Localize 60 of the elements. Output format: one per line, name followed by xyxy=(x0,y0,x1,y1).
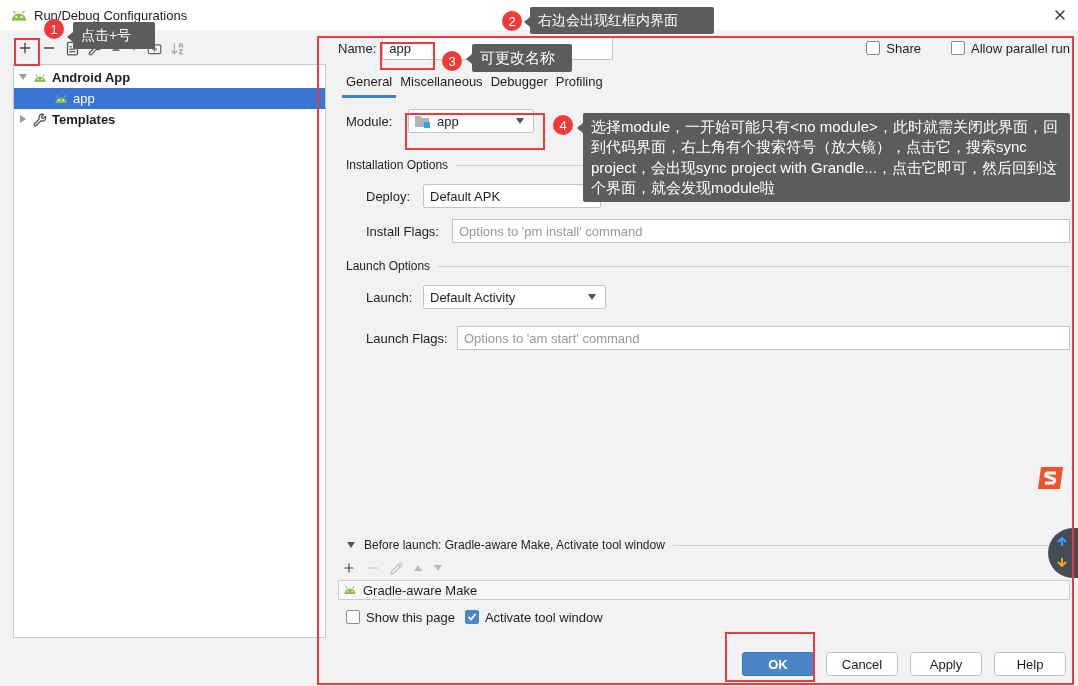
section-title: Installation Options xyxy=(346,158,449,172)
move-down-icon xyxy=(433,563,443,573)
dialog-button[interactable]: Help xyxy=(994,652,1066,676)
dialog-button[interactable]: Apply xyxy=(910,652,982,676)
tab[interactable]: Miscellaneous xyxy=(396,70,487,98)
expand-arrow-icon xyxy=(18,72,28,82)
scroll-widget-icon[interactable] xyxy=(1048,528,1078,578)
task-label: Gradle-aware Make xyxy=(363,582,478,598)
dialog-button[interactable]: Cancel xyxy=(826,652,898,676)
launch-label: Launch: xyxy=(366,289,414,305)
annotation-tooltip: 点击+号 xyxy=(73,22,155,49)
android-icon xyxy=(54,93,68,104)
section-title[interactable]: Before launch: Gradle-aware Make, Activate tool window xyxy=(364,538,665,552)
name-label: Name: xyxy=(338,40,377,56)
folder-icon xyxy=(415,114,431,128)
module-label: Module: xyxy=(346,113,394,129)
deploy-label: Deploy: xyxy=(366,188,412,204)
checkbox-label: Activate tool window xyxy=(484,609,603,625)
add-icon[interactable] xyxy=(17,40,33,56)
section-title: Launch Options xyxy=(346,259,431,273)
collapse-arrow-icon xyxy=(18,114,28,124)
checkbox-label: Allow parallel run xyxy=(971,40,1070,56)
android-icon xyxy=(343,585,357,595)
tree-item[interactable]: Android App xyxy=(14,67,325,88)
android-icon xyxy=(33,72,47,83)
dialog-button[interactable]: OK xyxy=(742,652,814,676)
tab[interactable]: General xyxy=(342,70,397,98)
tab[interactable]: Profiling xyxy=(551,70,607,98)
tree-item[interactable]: app xyxy=(14,88,325,109)
tree-item[interactable]: Templates xyxy=(14,109,325,130)
task-row[interactable]: Gradle-aware Make xyxy=(338,580,1070,600)
step-badge: 3 xyxy=(442,51,462,71)
checkbox[interactable] xyxy=(464,610,479,624)
wrench-icon xyxy=(33,112,47,127)
module-select[interactable]: app xyxy=(408,109,534,133)
checkbox[interactable] xyxy=(951,41,965,55)
install-flags-field[interactable]: Options to 'pm install' command xyxy=(452,219,1070,243)
checkbox-label: Show this page xyxy=(366,609,455,625)
android-icon xyxy=(10,8,28,22)
sort-icon[interactable] xyxy=(170,40,185,56)
add-icon[interactable] xyxy=(342,561,356,575)
install-flags-label: Install Flags: xyxy=(366,223,440,239)
move-up-icon xyxy=(413,563,423,573)
input-method-icon[interactable] xyxy=(1036,465,1066,491)
highlight-frame xyxy=(14,38,40,66)
dropdown-arrow-icon xyxy=(515,116,525,126)
expand-arrow-icon xyxy=(346,539,356,550)
launch-select[interactable]: Default Activity xyxy=(423,285,606,309)
launch-flags-label: Launch Flags: xyxy=(366,330,449,346)
annotation-tooltip: 可更改名称 xyxy=(472,44,572,73)
dropdown-arrow-icon xyxy=(587,292,597,302)
step-badge: 1 xyxy=(44,19,64,39)
annotation-tooltip: 右边会出现红框内界面 xyxy=(530,7,714,34)
checkbox[interactable] xyxy=(346,610,360,624)
annotation-tooltip: 选择module，一开始可能只有<no module>，此时就需关闭此界面，回到代码界面，右上角有个搜索符号（放大镜），点击它，搜索sync project，会出现sync project with Grandle...，点击它即可，然后回到这个界面，就会发现module啦 xyxy=(583,113,1070,202)
checkbox[interactable] xyxy=(866,41,881,55)
launch-flags-field[interactable]: Options to 'am start' command xyxy=(457,326,1070,350)
checkbox-label: Share xyxy=(886,40,921,56)
step-badge: 4 xyxy=(553,115,573,135)
tab[interactable]: Debugger xyxy=(486,70,552,98)
